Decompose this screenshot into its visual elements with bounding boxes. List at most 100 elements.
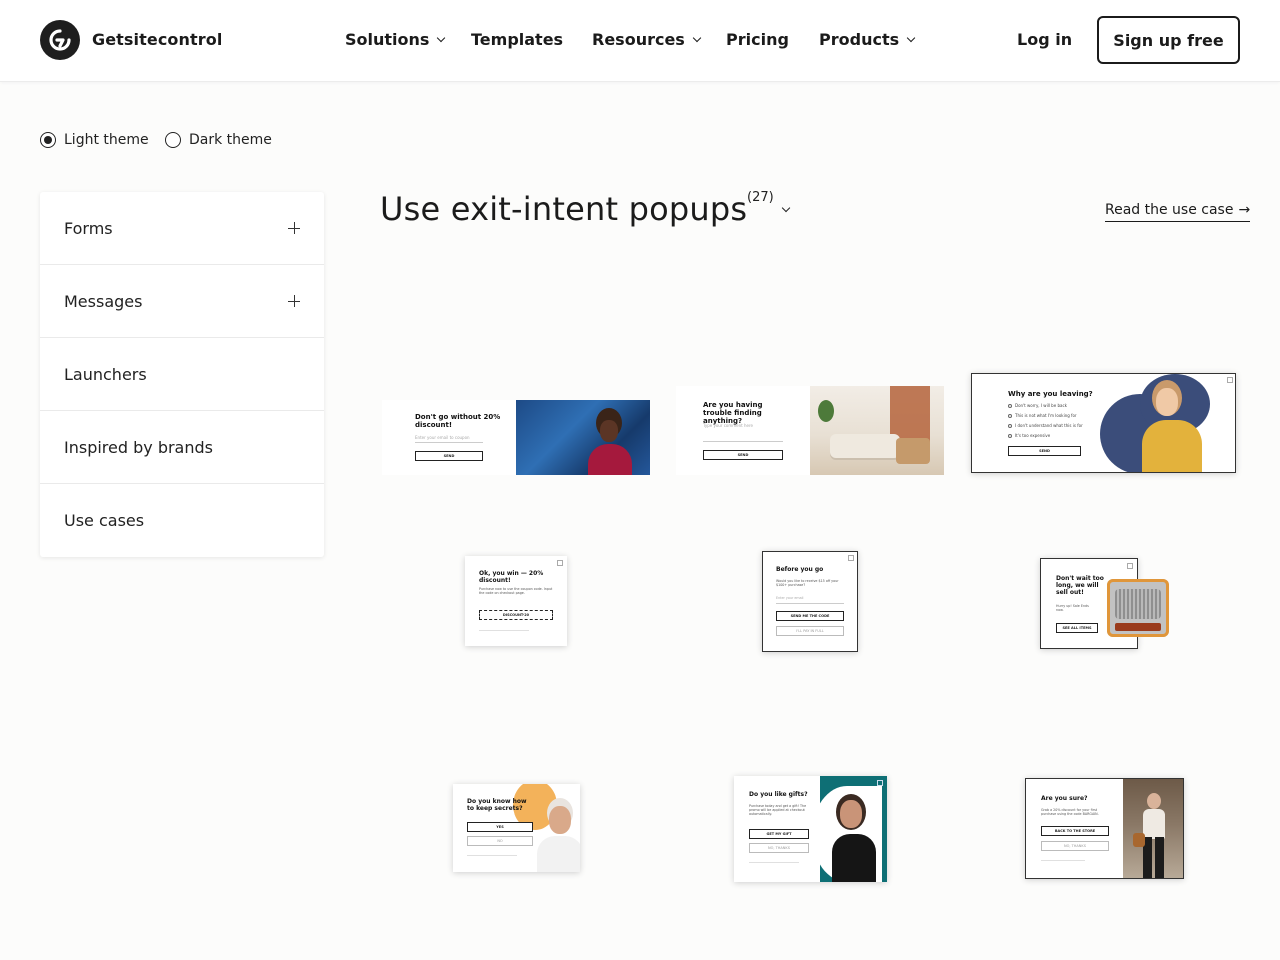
popup-template-card[interactable]: Don't wait too long, we will sell out! H… <box>1040 558 1169 649</box>
popup-secondary-button: NO <box>467 836 533 846</box>
popup-template-card[interactable]: Before you go Would you like to receive … <box>762 551 858 652</box>
popup-option-label: It's too expensive <box>1015 433 1051 438</box>
sidebar-item-use-cases[interactable]: Use cases <box>40 484 324 557</box>
plus-icon <box>288 295 300 307</box>
nav-products[interactable]: Products <box>819 30 916 49</box>
popup-photo <box>533 798 580 872</box>
read-use-case-link[interactable]: Read the use case → <box>1105 202 1251 222</box>
nav-solutions[interactable]: Solutions <box>345 30 446 49</box>
light-theme-radio[interactable]: Light theme <box>40 132 149 148</box>
read-use-case-label: Read the use case <box>1105 202 1234 218</box>
popup-footnote <box>1041 860 1085 861</box>
popup-template-card[interactable]: Do you like gifts? Purchase today and ge… <box>734 776 887 882</box>
popup-option-label: I don't understand what this is for <box>1015 423 1083 428</box>
popup-title: Before you go <box>776 566 824 573</box>
plus-icon <box>288 222 300 234</box>
sidebar-item-label: Launchers <box>64 364 147 384</box>
popup-photo <box>810 386 944 475</box>
page-title: Use exit-intent popups <box>380 190 748 228</box>
popup-option-label: This is not what I'm looking for <box>1015 413 1077 418</box>
popup-template-card[interactable]: Why are you leaving? Don't worry, I will… <box>971 373 1236 473</box>
arrow-right-icon: → <box>1238 202 1251 218</box>
popup-input-underline <box>415 442 483 443</box>
radio-unchecked-icon <box>165 132 181 148</box>
popup-button: SEND ME THE CODE <box>776 611 844 621</box>
popup-title: Do you know how to keep secrets? <box>467 798 527 812</box>
sidebar-item-inspired-by-brands[interactable]: Inspired by brands <box>40 411 324 484</box>
popup-text: Would you like to receive $15 off your $… <box>776 579 839 587</box>
nav-products-label: Products <box>819 30 900 49</box>
popup-coupon-code: DISCOUNT-20 <box>479 610 553 620</box>
nav-pricing[interactable]: Pricing <box>726 30 789 49</box>
radio-checked-icon <box>40 132 56 148</box>
popup-title: Ok, you win — 20% discount! <box>479 570 544 584</box>
nav-templates[interactable]: Templates <box>471 30 563 49</box>
popup-template-card[interactable]: Ok, you win — 20% discount! Purchase now… <box>465 556 567 646</box>
popup-footnote <box>467 855 517 856</box>
sidebar-item-label: Forms <box>64 218 113 238</box>
popup-button: SEND <box>703 450 783 460</box>
popup-title: Are you having trouble finding anything? <box>703 401 763 425</box>
popup-input-underline <box>703 441 783 442</box>
dark-theme-radio[interactable]: Dark theme <box>165 132 272 148</box>
popup-text: Purchase now to use the coupon code. Inp… <box>479 587 553 595</box>
popup-footnote <box>479 630 529 631</box>
sidebar-item-messages[interactable]: Messages <box>40 265 324 338</box>
popup-button: YES <box>467 822 533 832</box>
popup-option: I don't understand what this is for <box>1008 423 1083 428</box>
close-icon <box>1227 377 1233 383</box>
category-sidebar: Forms Messages Launchers Inspired by bra… <box>40 192 324 557</box>
close-icon <box>1127 563 1133 569</box>
popup-photo <box>1123 779 1183 878</box>
popup-input-placeholder: Enter your email <box>776 596 804 600</box>
chevron-down-icon <box>692 33 702 42</box>
signup-button[interactable]: Sign up free <box>1097 16 1240 64</box>
popup-template-card[interactable]: Do you know how to keep secrets? YES NO <box>453 784 580 872</box>
close-icon <box>848 555 854 561</box>
popup-title: Don't wait too long, we will sell out! <box>1056 575 1104 596</box>
login-link[interactable]: Log in <box>1017 30 1072 49</box>
close-icon <box>557 560 563 566</box>
popup-secondary-button: NO, THANKS <box>1041 841 1109 851</box>
sidebar-item-forms[interactable]: Forms <box>40 192 324 265</box>
sidebar-item-label: Inspired by brands <box>64 437 213 457</box>
popup-text: Grab a 20% discount for your first purch… <box>1041 808 1099 816</box>
popup-photo <box>1100 374 1210 472</box>
popup-option: This is not what I'm looking for <box>1008 413 1077 418</box>
popup-input-placeholder: Type your comment here <box>703 423 754 428</box>
light-theme-label: Light theme <box>64 132 149 148</box>
popup-template-card[interactable]: Don't go without 20% discount! Enter you… <box>382 400 650 475</box>
popup-title: Why are you leaving? <box>1008 390 1093 398</box>
popup-option-label: Don't worry, I will be back <box>1015 403 1067 408</box>
popup-title: Don't go without 20% discount! <box>415 413 501 429</box>
chevron-down-icon <box>906 33 916 42</box>
template-count: (27) <box>747 190 774 205</box>
popup-photo <box>812 776 887 882</box>
sidebar-item-label: Use cases <box>64 511 145 530</box>
radio-product-image <box>1107 579 1169 637</box>
chevron-down-icon[interactable] <box>781 203 791 213</box>
sidebar-item-launchers[interactable]: Launchers <box>40 338 324 411</box>
popup-template-card[interactable]: Are you having trouble finding anything?… <box>676 386 944 475</box>
popup-input-underline <box>776 603 844 604</box>
popup-option: It's too expensive <box>1008 433 1050 438</box>
popup-template-card[interactable]: Are you sure? Grab a 20% discount for yo… <box>1025 778 1184 879</box>
close-icon <box>877 780 883 786</box>
popup-option: Don't worry, I will be back <box>1008 403 1067 408</box>
popup-photo <box>516 400 650 475</box>
popup-footnote <box>749 862 799 863</box>
popup-input-placeholder: Enter your email to coupon <box>415 435 470 440</box>
site-header: Getsitecontrol Solutions Templates Resou… <box>0 0 1280 82</box>
popup-text: Purchase today and get a gift! The promo… <box>749 804 807 816</box>
nav-resources[interactable]: Resources <box>592 30 702 49</box>
nav-templates-label: Templates <box>471 30 564 49</box>
brand-name[interactable]: Getsitecontrol <box>92 30 222 49</box>
nav-solutions-label: Solutions <box>345 30 430 49</box>
logo-icon[interactable] <box>40 20 80 60</box>
nav-resources-label: Resources <box>592 30 685 49</box>
popup-secondary-button: I'LL PAY IN FULL <box>776 626 844 636</box>
popup-button: SEND <box>1008 446 1081 456</box>
chevron-down-icon <box>437 33 446 42</box>
popup-text: Hurry up! Sale Ends now. <box>1056 604 1089 612</box>
popup-button: GET MY GIFT <box>749 829 809 839</box>
